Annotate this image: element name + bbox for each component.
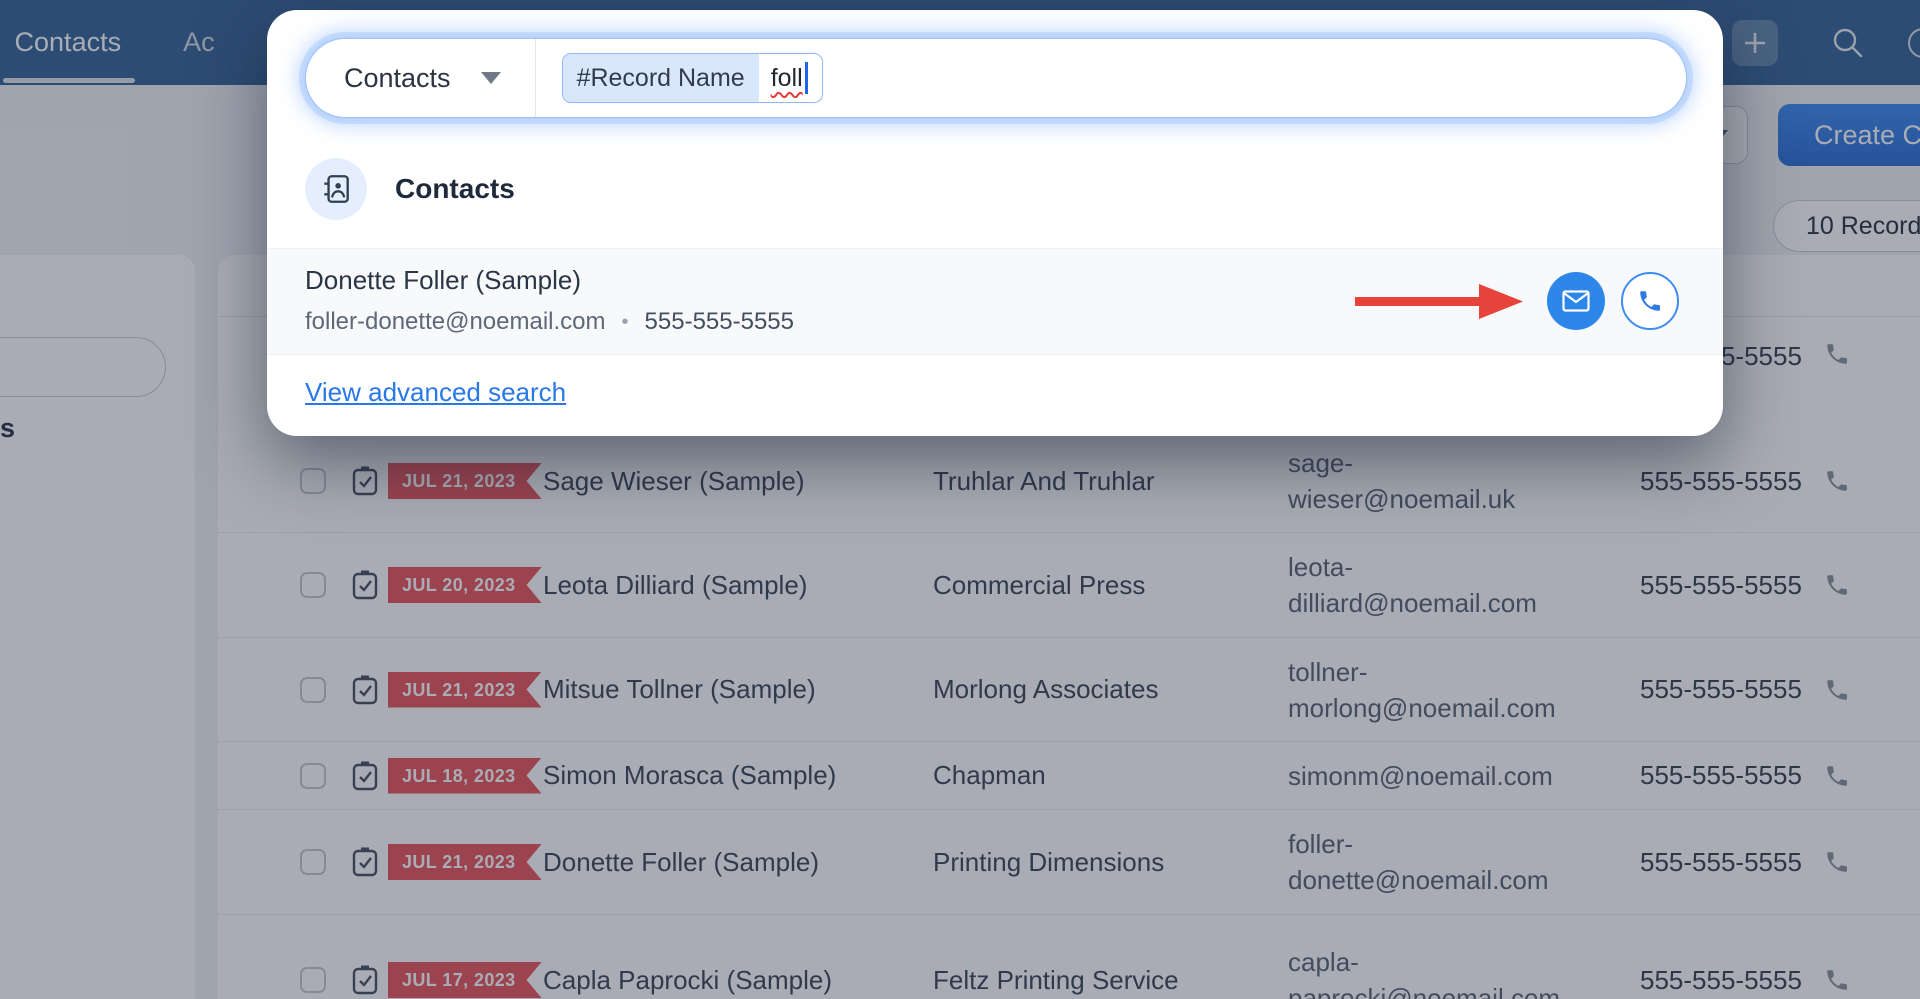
call-button[interactable] (1621, 271, 1679, 330)
view-advanced-search-link[interactable]: View advanced search (305, 377, 566, 408)
contacts-module-icon (305, 158, 367, 220)
text-cursor (804, 62, 808, 94)
global-search-modal: Contacts #Record Name foll Contacts Done… (267, 10, 1723, 436)
send-email-button[interactable] (1547, 271, 1605, 330)
search-module-selector[interactable]: Contacts (306, 39, 535, 117)
divider (534, 39, 536, 117)
annotation-arrow (1355, 283, 1523, 319)
envelope-icon (1562, 289, 1590, 312)
results-section-title: Contacts (395, 173, 515, 204)
search-token-input[interactable]: #Record Name foll (561, 53, 823, 103)
search-query-text[interactable]: foll (759, 54, 822, 102)
result-contact-name[interactable]: Donette Foller (Sample) (305, 265, 794, 296)
result-phone: 555-555-5555 (644, 308, 794, 335)
search-bar: Contacts #Record Name foll (305, 38, 1687, 118)
chevron-down-icon (480, 72, 501, 84)
results-section-header: Contacts (267, 158, 1723, 220)
search-result-item[interactable]: Donette Foller (Sample) foller-donette@n… (267, 248, 1723, 355)
result-email: foller-donette@noemail.com (305, 308, 606, 335)
phone-icon (1640, 290, 1660, 311)
search-field-token: #Record Name (562, 54, 759, 102)
bullet-separator: • (621, 310, 629, 333)
